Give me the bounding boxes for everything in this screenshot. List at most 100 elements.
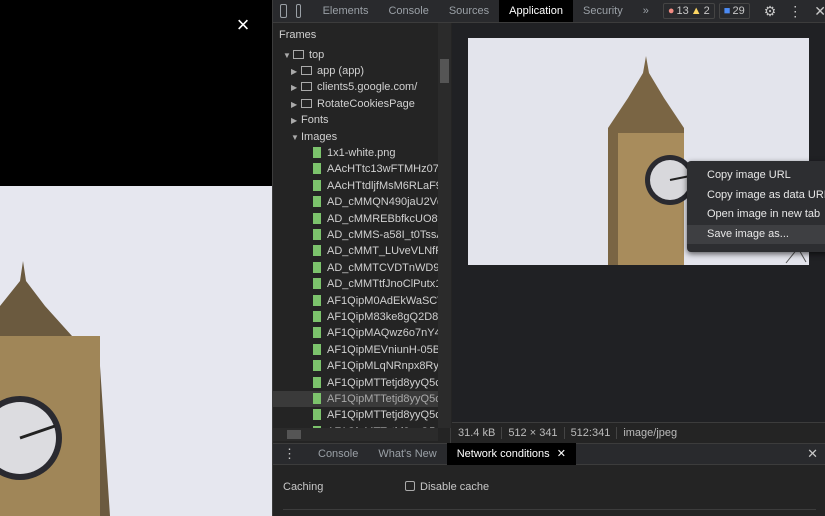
drawer-tab-network-conditions[interactable]: Network conditions ✕ [446,443,576,465]
file-icon [313,311,321,322]
tree-item-label: Fonts [301,114,329,126]
close-drawer-icon[interactable]: ✕ [807,446,818,462]
image-file-item[interactable]: AF1QipMTTetjd8yyQ5cvli [273,391,438,407]
file-name: AD_cMMTCVDTnWD9EJ8 [327,261,438,274]
image-file-item[interactable]: AAcHTtc13wFTMHz07Spt [273,161,438,177]
tab-security[interactable]: Security [573,0,633,22]
file-name: AD_cMMTtfJnoClPutx1Wl [327,278,438,291]
tree-item-label: app (app) [317,65,365,77]
close-icon[interactable]: × [232,12,254,38]
image-aspect-ratio: 512:341 [565,427,618,439]
image-file-item[interactable]: AF1QipMEVniunH-05BhW [273,342,438,358]
drawer-menu-icon[interactable]: ⋮ [283,446,296,462]
tab-sources[interactable]: Sources [439,0,499,22]
file-name: AD_cMMQN490jaU2VqD [327,196,438,209]
frame-icon [301,66,312,75]
device-toolbar-icon[interactable] [295,4,301,18]
devtools-toolbar: Elements Console Sources Application Sec… [273,0,825,23]
image-file-item[interactable]: AF1QipMLqNRnpx8Ry7_s [273,358,438,374]
tree-item-frame[interactable]: ▶ clients5.google.com/ [273,79,438,95]
image-file-item[interactable]: AD_cMMS-a58I_t0TssABd [273,227,438,243]
image-file-item[interactable]: AD_cMMREBbfkcUO8fXkl [273,211,438,227]
tab-console[interactable]: Console [378,0,438,22]
tree-item-fonts[interactable]: ▶ Fonts [273,112,438,128]
file-icon [313,278,321,290]
image-file-item[interactable]: AF1QipMAQwz6o7nY4rtn [273,325,438,341]
inspect-element-icon[interactable] [280,4,287,18]
tree-item-label: top [309,49,325,61]
image-file-item[interactable]: AD_cMMQN490jaU2VqD [273,194,438,210]
file-name: AF1QipMTTetjd8yyQ5cvli [327,376,438,389]
file-name: AF1QipMEVniunH-05BhW [327,343,438,356]
file-icon [313,327,321,339]
checkbox-icon[interactable] [405,481,415,491]
more-options-icon[interactable]: ⋮ [788,3,802,20]
network-conditions-panel: Caching Disable cache [273,465,825,516]
menu-item-copy-image-url[interactable]: Copy image URL [687,166,825,186]
tab-application[interactable]: Application [499,0,573,22]
file-icon [313,196,321,208]
disable-cache-checkbox[interactable]: Disable cache [405,481,489,493]
more-tabs-icon[interactable]: » [633,0,659,22]
frame-icon [301,98,312,108]
tree-item-images[interactable]: ▼ Images [273,129,438,145]
file-icon [313,261,321,273]
menu-item-save-image-as[interactable]: Save image as... [687,224,825,244]
menu-item-open-image-new-tab[interactable]: Open image in new tab [687,205,825,225]
image-file-item[interactable]: AF1QipM0AdEkWaSCVG7 [273,293,438,309]
sidebar-horizontal-scrollbar[interactable] [273,428,438,441]
image-file-item[interactable]: AF1QipMTTetjd8yyQ5cvli [273,375,438,391]
settings-gear-icon[interactable]: ⚙ [764,3,777,20]
image-mime-type: image/jpeg [623,427,678,439]
close-devtools-icon[interactable]: ✕ [814,3,825,20]
tree-item-frame[interactable]: ▶ app (app) [273,63,438,79]
file-icon [313,376,321,388]
message-count: 29 [732,5,745,17]
message-icon: ■ [723,5,731,17]
context-menu: Copy image URL Copy image as data URI Op… [687,161,825,252]
file-icon [313,147,321,158]
close-tab-icon[interactable]: ✕ [557,448,566,460]
tree-item-label: clients5.google.com/ [317,81,418,94]
image-file-item[interactable]: AD_cMMT_LUveVLNfFNo [273,243,438,259]
frame-icon [301,82,312,92]
tab-elements[interactable]: Elements [313,0,379,22]
file-icon [313,294,321,306]
warning-count: 2 [703,5,710,17]
warning-icon: ▲ [690,5,702,17]
file-icon [313,212,321,224]
image-dimensions: 512 × 341 [502,427,565,439]
tab-label: Network conditions [456,448,550,460]
scrollbar-thumb[interactable] [287,430,301,439]
expand-arrow-icon: ▶ [291,83,298,93]
file-icon [313,409,321,421]
messages-badge[interactable]: ■ 29 [718,3,750,19]
image-file-item[interactable]: AAcHTtdljfMsM6RLaF91x [273,178,438,194]
drawer-tab-whats-new[interactable]: What's New [368,443,446,465]
expand-arrow-icon: ▼ [283,51,291,60]
image-file-item[interactable]: AF1QipM83ke8gQ2D8sL_ [273,309,438,325]
file-icon [313,179,321,191]
sidebar-vertical-scrollbar[interactable] [438,23,451,428]
caching-label: Caching [283,481,324,493]
expand-arrow-icon: ▶ [291,67,298,76]
tree-item-top[interactable]: ▼ top [273,47,438,63]
menu-item-copy-image-data-uri[interactable]: Copy image as data URI [687,186,825,206]
collapse-arrow-icon: ▼ [291,133,299,142]
drawer-tabbar: ⋮ Console What's New Network conditions … [273,443,825,465]
file-icon [313,163,321,175]
image-file-item[interactable]: AF1QipMTTetjd8yyQ5cvli [273,407,438,423]
page-image [0,186,272,516]
file-name: AF1QipMTTetjd8yyQ5cvli [327,393,438,405]
tree-item-frame[interactable]: ▶ RotateCookiesPage [273,96,438,112]
scrollbar-thumb[interactable] [440,59,449,83]
image-file-item[interactable]: 1x1-white.png [273,145,438,161]
issues-badge[interactable]: ● 13 ▲ 2 [662,3,715,19]
image-status-bar: 31.4 kB 512 × 341 512:341 image/jpeg [452,422,825,443]
drawer-tab-console[interactable]: Console [308,443,368,465]
file-name: AF1QipM83ke8gQ2D8sL_ [327,311,438,323]
image-preview-pane: Copy image URL Copy image as data URI Op… [452,23,825,422]
image-file-item[interactable]: AD_cMMTtfJnoClPutx1Wl [273,276,438,292]
image-file-item[interactable]: AD_cMMTCVDTnWD9EJ8 [273,260,438,276]
tree-item-label: Images [301,131,338,143]
